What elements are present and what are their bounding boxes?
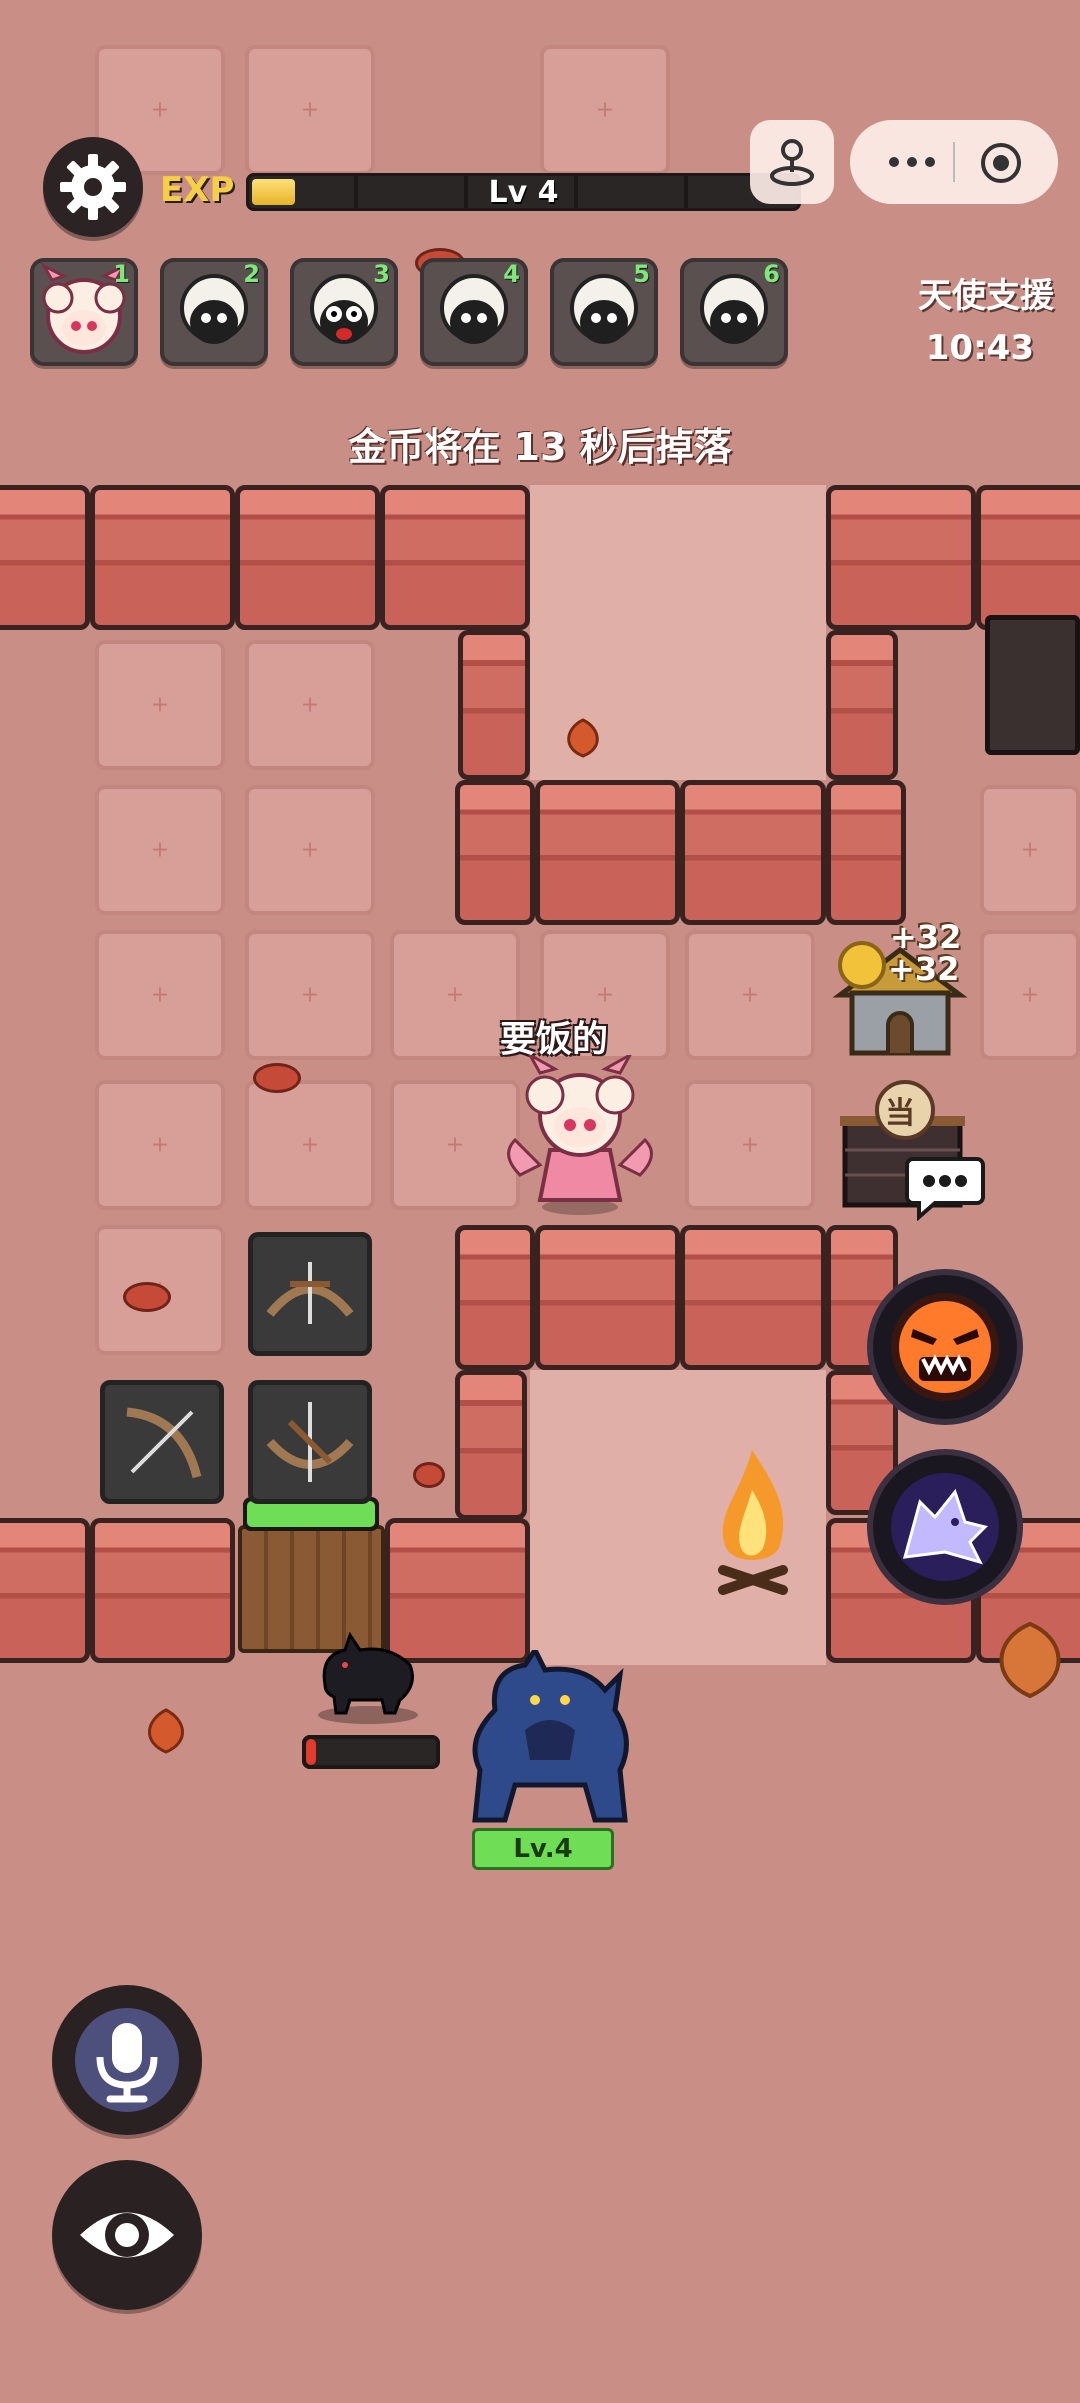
close-miniprogram-icon[interactable]	[978, 140, 1024, 190]
floor-tile	[540, 45, 670, 175]
player-character[interactable]	[500, 1051, 660, 1215]
miniprogram-capsule	[850, 120, 1058, 204]
crossbow-icon	[266, 1402, 354, 1482]
floor-tile	[685, 1080, 815, 1210]
building-edge	[985, 615, 1080, 755]
slot-number: 4	[503, 260, 520, 288]
crossbow-icon	[266, 1262, 354, 1324]
floor-tile	[95, 785, 225, 915]
wolf-head-icon	[891, 1473, 999, 1581]
party-slot[interactable]: 6	[680, 258, 788, 366]
floor-tile	[245, 785, 375, 915]
joystick-icon	[770, 139, 814, 186]
floor-tile	[95, 1080, 225, 1210]
voice-chat-button[interactable]	[52, 1985, 202, 2135]
gear-icon	[60, 154, 126, 220]
microphone-icon	[75, 2008, 179, 2112]
slot-number: 6	[763, 260, 780, 288]
wolf-health-bar	[302, 1735, 440, 1769]
party-slot[interactable]: 2	[160, 258, 268, 366]
wolf-howl-skill-button[interactable]	[873, 1455, 1017, 1599]
floor-tile	[685, 930, 815, 1060]
angry-face-icon	[891, 1293, 999, 1401]
wall-block	[90, 485, 235, 630]
wall-block	[0, 1518, 90, 1663]
wall-block	[535, 1225, 680, 1370]
slot-number: 2	[243, 260, 260, 288]
angel-girl-avatar	[507, 1051, 653, 1215]
leaf-decoration-icon	[560, 718, 606, 758]
leaf-decoration-icon	[140, 1708, 192, 1754]
floor-tile	[980, 930, 1080, 1060]
floor-tile	[245, 930, 375, 1060]
black-wolf-enemy[interactable]	[310, 1625, 425, 1725]
wall-pillar	[458, 630, 530, 780]
wall-block	[235, 485, 380, 630]
angel-support-label: 天使支援	[918, 276, 1054, 316]
gate-health-fill	[247, 1501, 375, 1527]
floor-tile	[245, 640, 375, 770]
wall-block	[535, 780, 680, 925]
wolf-icon	[318, 1631, 418, 1724]
game-stage: +32 +32 当 要饭的	[0, 0, 1080, 2403]
floor-tile	[95, 930, 225, 1060]
wall-block	[455, 780, 535, 925]
rage-skill-button[interactable]	[873, 1275, 1017, 1419]
wolf-health-fill	[306, 1739, 317, 1765]
pebble	[253, 1063, 301, 1093]
werewolf-icon	[472, 1645, 629, 1823]
campfire	[705, 1440, 800, 1600]
exp-bar: Lv 4	[246, 173, 801, 211]
wall-block	[455, 1225, 535, 1370]
party-slot[interactable]: 4	[420, 258, 528, 366]
more-options-icon[interactable]	[886, 146, 938, 182]
slot-number: 3	[373, 260, 390, 288]
gold-gain-popup: +32	[888, 950, 960, 988]
wall-block	[680, 1225, 826, 1370]
werewolf-boss[interactable]	[455, 1645, 645, 1830]
wall-block	[826, 485, 976, 630]
exp-label: EXP	[160, 170, 235, 210]
floor-tile	[980, 785, 1080, 915]
pebble	[413, 1462, 445, 1488]
chat-bubble-icon[interactable]	[905, 1155, 985, 1222]
party-slot[interactable]: 3	[290, 258, 398, 366]
wall-block	[380, 485, 530, 630]
coin-drop-message: 金币将在 13 秒后掉落	[348, 425, 732, 469]
crossbow-trap[interactable]	[248, 1380, 372, 1504]
settings-button[interactable]	[43, 137, 143, 237]
wall-pillar	[826, 630, 898, 780]
floor-tile	[245, 45, 375, 175]
wall-block	[680, 780, 826, 925]
angel-support-timer: 10:43	[925, 328, 1034, 368]
eye-icon	[80, 2212, 174, 2258]
slot-number: 5	[633, 260, 650, 288]
wall-pillar	[455, 1370, 527, 1520]
crossbow-trap[interactable]	[100, 1380, 224, 1504]
capsule-divider	[953, 142, 955, 182]
crossbow-trap[interactable]	[248, 1232, 372, 1356]
view-toggle-button[interactable]	[52, 2160, 202, 2310]
fire-icon	[718, 1450, 788, 1595]
party-slot[interactable]: 1	[30, 258, 138, 366]
leaf-decoration-icon	[985, 1620, 1075, 1700]
crossbow-icon	[126, 1407, 202, 1479]
floor-tile	[245, 1080, 375, 1210]
wall-block	[90, 1518, 235, 1663]
boss-level-tag: Lv.4	[472, 1828, 614, 1870]
pawnshop-sign: 当	[885, 1096, 915, 1131]
level-text: Lv 4	[488, 175, 559, 210]
wall-block	[976, 485, 1080, 630]
wall-block	[0, 485, 90, 630]
game-center-button[interactable]	[750, 120, 834, 204]
pebble	[123, 1282, 171, 1312]
slot-number: 1	[113, 260, 130, 288]
wall-block	[826, 780, 906, 925]
floor-tile	[95, 640, 225, 770]
party-slot[interactable]: 5	[550, 258, 658, 366]
